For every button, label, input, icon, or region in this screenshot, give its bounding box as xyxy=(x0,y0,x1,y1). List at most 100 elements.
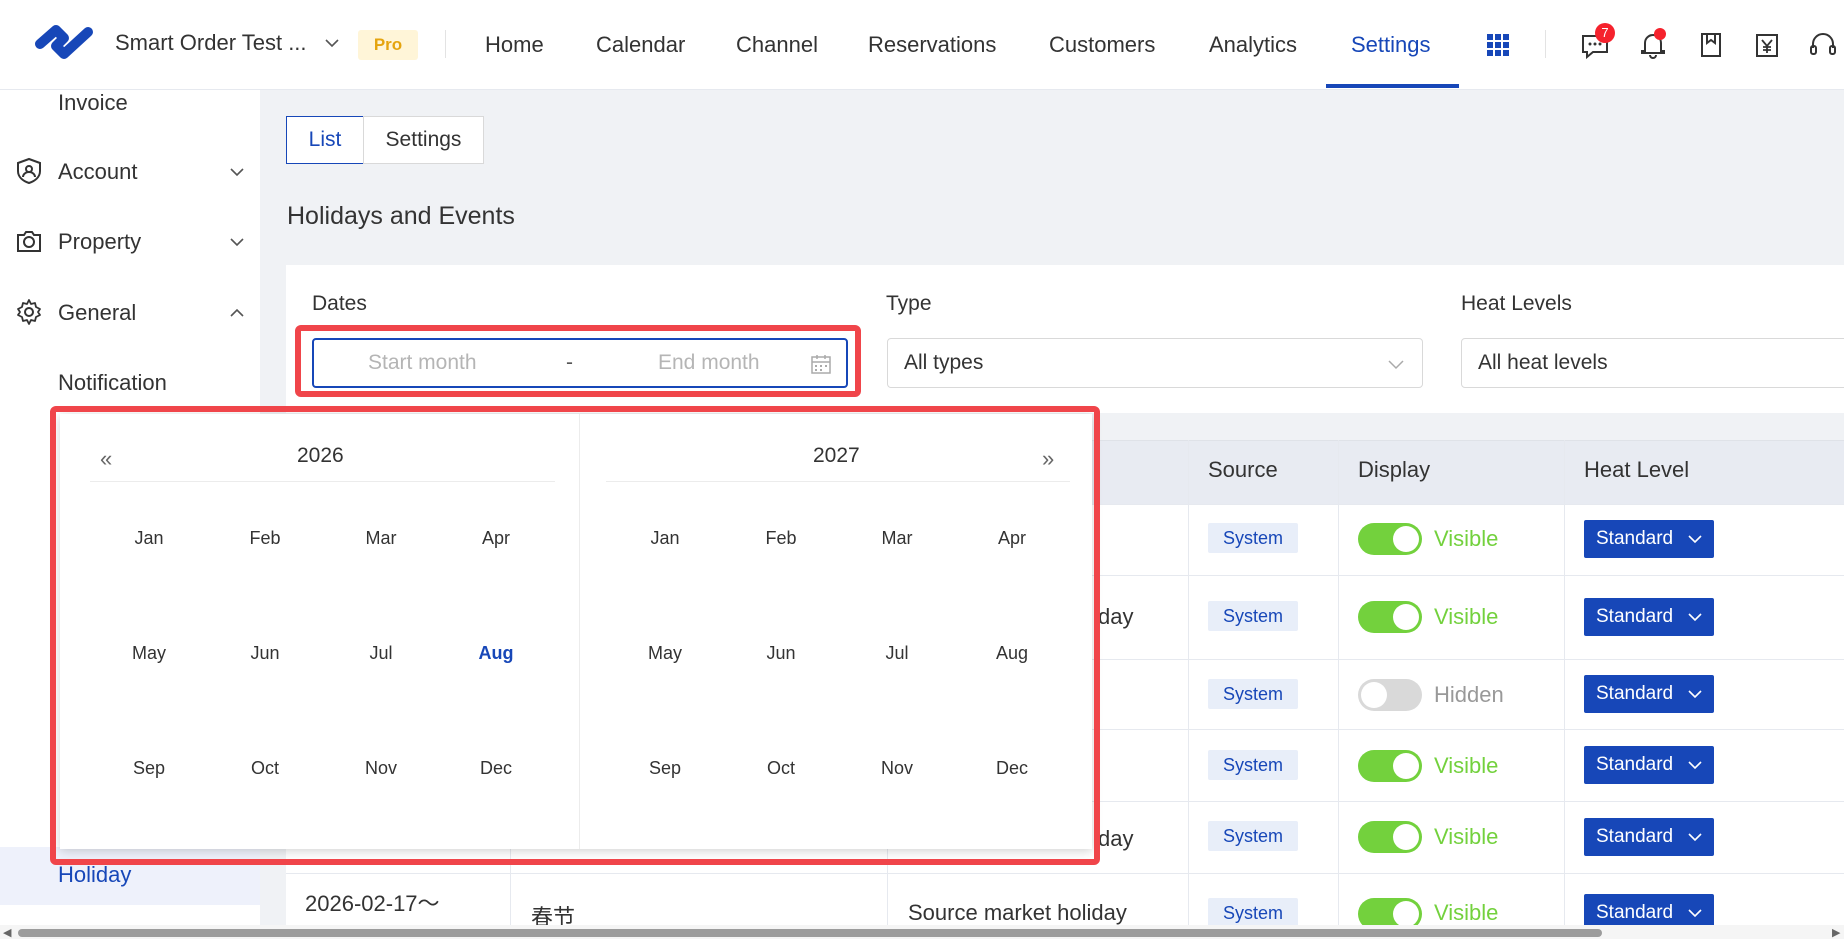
camera-icon xyxy=(17,231,41,252)
heat-level-dropdown[interactable]: Standard xyxy=(1584,675,1714,713)
nav-channel[interactable]: Channel xyxy=(736,32,818,58)
tab-settings[interactable]: Settings xyxy=(363,116,484,164)
type-select-value: All types xyxy=(904,351,984,374)
column-header-display: Display xyxy=(1358,457,1431,482)
display-toggle[interactable] xyxy=(1358,679,1422,711)
sidebar-item-general[interactable]: General xyxy=(58,300,136,326)
sidebar-item-notification[interactable]: Notification xyxy=(58,370,167,396)
nav-home[interactable]: Home xyxy=(485,32,544,58)
type-cell-text: day xyxy=(1098,826,1134,851)
heat-level-value: Standard xyxy=(1596,683,1674,704)
column-divider xyxy=(1564,440,1565,930)
scrollbar-thumb[interactable] xyxy=(18,929,1602,937)
active-tab-indicator xyxy=(1326,84,1459,88)
chevron-down-icon xyxy=(1688,690,1702,699)
chevron-down-icon[interactable] xyxy=(228,163,246,181)
sidebar-item-invoice[interactable]: Invoice xyxy=(58,90,128,116)
toggle-knob xyxy=(1361,682,1387,708)
column-header-source: Source xyxy=(1208,457,1278,482)
notification-dot xyxy=(1654,28,1666,40)
source-tag: System xyxy=(1208,821,1298,851)
display-toggle[interactable] xyxy=(1358,601,1422,633)
source-tag: System xyxy=(1208,750,1298,780)
logo-icon[interactable] xyxy=(34,22,94,68)
pro-badge: Pro xyxy=(358,30,418,60)
display-toggle[interactable] xyxy=(1358,821,1422,853)
display-status: Hidden xyxy=(1434,682,1504,707)
divider xyxy=(1545,30,1546,58)
chevron-down-icon xyxy=(1688,761,1702,770)
heat-level-dropdown[interactable]: Standard xyxy=(1584,598,1714,636)
type-select[interactable]: All types xyxy=(887,338,1423,388)
heat-level-dropdown[interactable]: Standard xyxy=(1584,746,1714,784)
gear-icon xyxy=(17,299,41,325)
heat-level-dropdown[interactable]: Standard xyxy=(1584,818,1714,856)
type-cell-text: day xyxy=(1098,604,1134,629)
heat-level-value: Standard xyxy=(1596,902,1674,923)
dates-label: Dates xyxy=(312,292,367,315)
type-cell: Source market holiday xyxy=(908,900,1127,925)
heat-levels-label: Heat Levels xyxy=(1461,292,1572,315)
display-status: Visible xyxy=(1434,526,1499,551)
nav-analytics[interactable]: Analytics xyxy=(1209,32,1297,58)
tab-list[interactable]: List xyxy=(286,116,364,164)
type-label: Type xyxy=(886,292,932,315)
sidebar-item-account[interactable]: Account xyxy=(58,159,138,185)
chevron-down-icon xyxy=(1688,613,1702,622)
shield-user-icon xyxy=(17,157,41,185)
nav-customers[interactable]: Customers xyxy=(1049,32,1155,58)
display-status: Visible xyxy=(1434,604,1499,629)
source-tag: System xyxy=(1208,523,1298,553)
nav-reservations[interactable]: Reservations xyxy=(868,32,996,58)
display-status: Visible xyxy=(1434,900,1499,925)
highlight-box xyxy=(50,406,1100,865)
nav-calendar[interactable]: Calendar xyxy=(596,32,685,58)
heat-level-value: Standard xyxy=(1596,754,1674,775)
heat-level-dropdown[interactable]: Standard xyxy=(1584,520,1714,558)
toggle-knob xyxy=(1393,824,1419,850)
display-status: Visible xyxy=(1434,824,1499,849)
source-tag: System xyxy=(1208,898,1298,928)
chevron-down-icon[interactable] xyxy=(228,233,246,251)
apps-grid-icon[interactable] xyxy=(1487,34,1509,56)
bookmark-icon[interactable] xyxy=(1696,30,1726,60)
date-cell: 2026-02-17～ xyxy=(305,891,440,916)
toggle-knob xyxy=(1393,901,1419,927)
toggle-knob xyxy=(1393,604,1419,630)
chevron-down-icon xyxy=(1688,909,1702,918)
chevron-up-icon[interactable] xyxy=(228,304,246,322)
scroll-left-arrow[interactable]: ◀ xyxy=(3,926,11,939)
toggle-knob xyxy=(1393,526,1419,552)
heat-level-value: Standard xyxy=(1596,528,1674,549)
column-divider xyxy=(1188,440,1189,930)
chevron-down-icon xyxy=(1688,535,1702,544)
message-count-badge: 7 xyxy=(1595,23,1615,43)
column-header-heat-level: Heat Level xyxy=(1584,457,1690,482)
row-divider xyxy=(286,873,1844,874)
divider xyxy=(445,30,446,58)
top-bar: Smart Order Test ... Pro Home Calendar C… xyxy=(0,0,1844,90)
property-name[interactable]: Smart Order Test ... xyxy=(115,30,307,56)
page-title: Holidays and Events xyxy=(287,202,515,230)
source-tag: System xyxy=(1208,679,1298,709)
highlight-box xyxy=(295,325,861,397)
nav-settings[interactable]: Settings xyxy=(1351,32,1431,58)
display-toggle[interactable] xyxy=(1358,750,1422,782)
heat-level-value: Standard xyxy=(1596,826,1674,847)
yen-invoice-icon[interactable] xyxy=(1752,30,1782,60)
scroll-right-arrow[interactable]: ▶ xyxy=(1832,926,1840,939)
source-tag: System xyxy=(1208,601,1298,631)
display-toggle[interactable] xyxy=(1358,523,1422,555)
sidebar-item-property[interactable]: Property xyxy=(58,229,141,255)
heat-level-select-value: All heat levels xyxy=(1478,351,1608,374)
sidebar-item-holiday[interactable]: Holiday xyxy=(58,862,131,888)
toggle-knob xyxy=(1393,753,1419,779)
chevron-down-icon xyxy=(1688,833,1702,842)
headset-icon[interactable] xyxy=(1808,30,1838,60)
heat-level-select[interactable]: All heat levels xyxy=(1461,338,1844,388)
column-divider xyxy=(1338,440,1339,930)
heat-level-value: Standard xyxy=(1596,606,1674,627)
display-status: Visible xyxy=(1434,753,1499,778)
chevron-down-icon xyxy=(1388,360,1404,370)
chevron-down-icon[interactable] xyxy=(325,36,339,50)
